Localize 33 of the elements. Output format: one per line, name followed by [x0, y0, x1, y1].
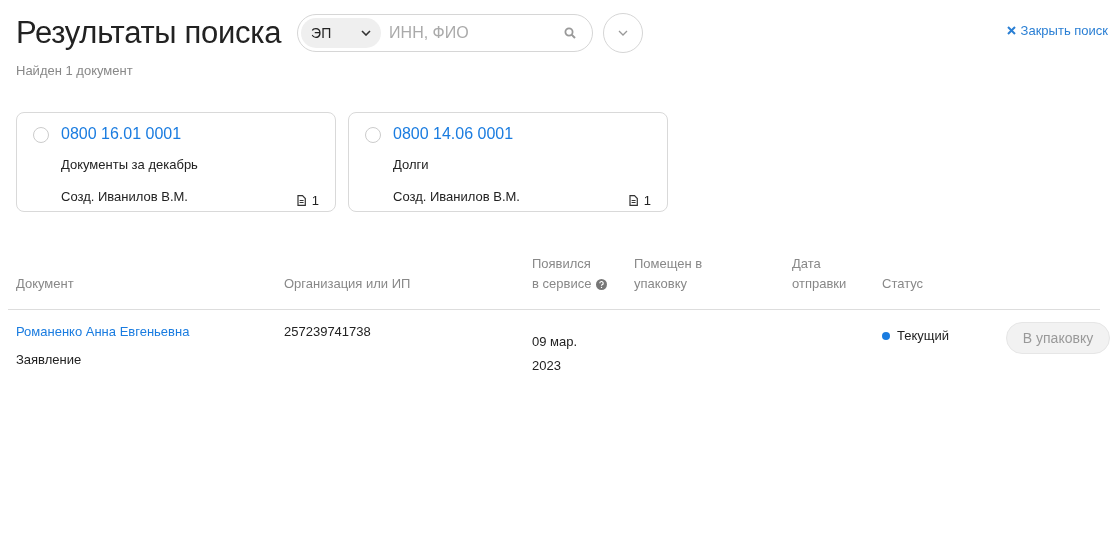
card-number[interactable]: 0800 14.06 0001 — [393, 125, 651, 147]
close-search-link[interactable]: Закрыть поиск — [1006, 23, 1108, 38]
document-link[interactable]: Романенко Анна Евгеньевна — [16, 322, 284, 342]
document-icon — [628, 194, 638, 206]
column-header: Организация или ИП — [284, 275, 412, 293]
column-header: Документ — [15, 275, 75, 293]
card-name: Документы за декабрь — [61, 156, 199, 174]
document-count: 1 — [311, 192, 319, 208]
document-icon — [296, 194, 306, 206]
column-header: Статус — [882, 275, 925, 293]
card-number[interactable]: 0800 16.01 0001 — [61, 125, 319, 147]
folder-card[interactable]: 0800 16.01 0001 Документы за декабрь Созд. Иванилов В.М. 1 — [16, 112, 336, 212]
card-author: Созд. Иванилов В.М. — [393, 189, 521, 206]
card-name: Долги — [393, 156, 430, 174]
help-icon[interactable] — [596, 279, 607, 290]
filter-dropdown[interactable]: ЭП — [301, 18, 382, 48]
table-cell: 257239741738 — [284, 324, 371, 339]
found-count: Найден 1 документ — [16, 63, 134, 78]
search-icon[interactable] — [564, 27, 577, 39]
column-header: Помещен в упаковку — [634, 255, 704, 293]
chevron-icon — [618, 30, 629, 36]
close-icon — [1006, 26, 1016, 35]
expand-button[interactable] — [603, 13, 644, 53]
document-count: 1 — [643, 192, 651, 208]
column-header: Появился в сервисе — [532, 255, 593, 293]
document-type: Заявление — [16, 351, 83, 369]
status-text: Текущий — [897, 327, 949, 345]
page-title: Результаты поиска — [16, 15, 282, 51]
card-author: Созд. Иванилов В.М. — [61, 189, 189, 206]
folder-card[interactable]: 0800 14.06 0001 Долги Созд. Иванилов В.М. 1 — [348, 112, 668, 212]
column-header: Дата отправки — [792, 255, 848, 293]
caret-icon — [361, 30, 372, 36]
table-cell-text: 09 мар. 2023 — [532, 333, 579, 375]
